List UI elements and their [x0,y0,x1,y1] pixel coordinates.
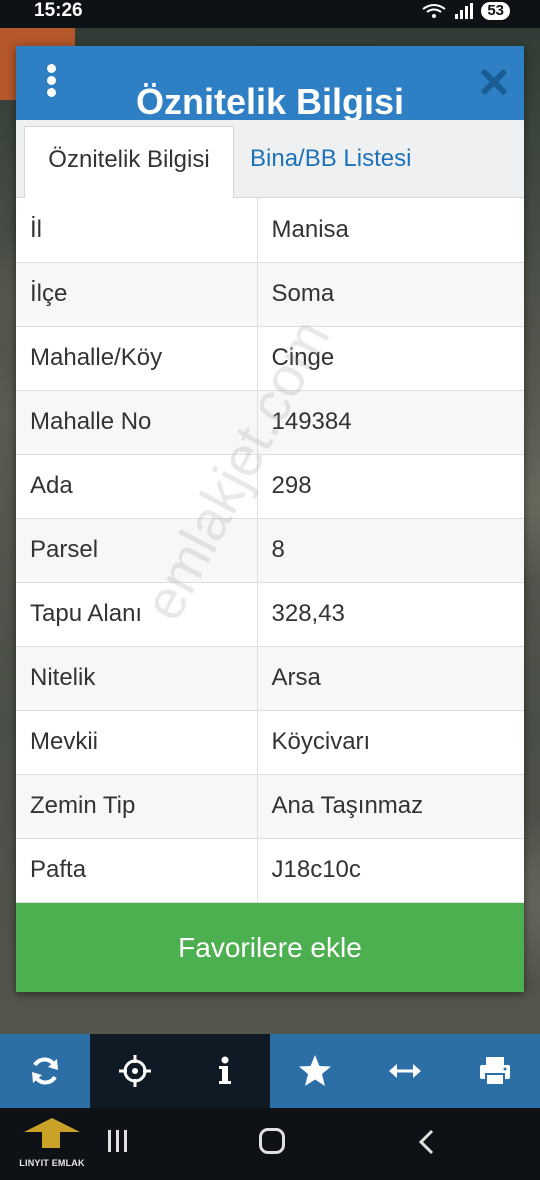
table-row: Pafta J18c10c [16,838,524,903]
attribute-value: 298 [257,454,524,519]
locate-icon [119,1055,151,1087]
attribute-value: J18c10c [257,838,524,903]
attribute-key: İl [16,198,258,263]
tab-building-list[interactable]: Bina/BB Listesi [238,126,518,198]
tab-bar: Öznitelik Bilgisi Bina/BB Listesi [16,120,524,198]
measure-button[interactable] [360,1034,450,1108]
star-icon [299,1055,331,1086]
attribute-value: Manisa [257,198,524,263]
table-row: Mahalle No 149384 [16,390,524,455]
table-row: İl Manisa [16,198,524,263]
bottom-toolbar [0,1034,540,1108]
house-window-icon [42,1130,60,1148]
attribute-value: Köycivarı [257,710,524,775]
locate-button[interactable] [90,1034,180,1108]
table-row: Tapu Alanı 328,43 [16,582,524,647]
attribute-key: Nitelik [16,646,258,711]
table-row: Zemin Tip Ana Taşınmaz [16,774,524,839]
attribute-value: Soma [257,262,524,327]
info-button[interactable] [180,1034,270,1108]
table-row: Mevkii Köycivarı [16,710,524,775]
signal-icon [455,3,474,19]
dialog-title: Öznitelik Bilgisi [135,81,405,122]
attribute-key: Parsel [16,518,258,583]
back-icon[interactable] [414,1128,440,1156]
attribute-value: 149384 [257,390,524,455]
attribute-key: Zemin Tip [16,774,258,839]
table-row: Parsel 8 [16,518,524,583]
info-icon [219,1056,231,1084]
status-time: 15:26 [34,0,83,21]
battery-badge: 53 [481,2,510,20]
tab-attribute-info[interactable]: Öznitelik Bilgisi [24,126,234,198]
refresh-icon [32,1057,58,1085]
table-row: İlçe Soma [16,262,524,327]
print-button[interactable] [450,1034,540,1108]
measure-icon [389,1064,421,1078]
attribute-value: 328,43 [257,582,524,647]
print-icon [480,1057,510,1086]
table-row: Nitelik Arsa [16,646,524,711]
home-icon[interactable] [259,1128,285,1154]
attribute-key: İlçe [16,262,258,327]
attribute-value: Ana Taşınmaz [257,774,524,839]
attribute-key: Ada [16,454,258,519]
add-to-favorites-button[interactable]: Favorilere ekle [16,903,524,992]
attribute-key: Mevkii [16,710,258,775]
attribute-table: İl Manisa İlçe Soma Mahalle/Köy Cinge Mahal… [16,198,524,903]
wifi-icon [422,4,446,18]
attribute-key: Mahalle/Köy [16,326,258,391]
attribute-key: Tapu Alanı [16,582,258,647]
attribute-value: 8 [257,518,524,583]
attribute-value: Arsa [257,646,524,711]
status-icons: 53 [421,0,510,22]
logo-text: LINYIT EMLAK [19,1158,85,1168]
company-logo: LINYIT EMLAK [16,1114,88,1174]
system-nav-bar: LINYIT EMLAK [0,1108,540,1180]
dialog-header: Öznitelik Bilgisi [16,46,524,122]
attribute-key: Mahalle No [16,390,258,455]
table-row: Mahalle/Köy Cinge [16,326,524,391]
table-row: Ada 298 [16,454,524,519]
recents-icon[interactable] [108,1130,134,1156]
favorites-button[interactable] [270,1034,360,1108]
status-bar: 15:26 53 [0,0,540,28]
refresh-button[interactable] [0,1034,90,1108]
close-icon[interactable] [478,66,510,98]
attribute-key: Pafta [16,838,258,903]
attribute-dialog: Öznitelik Bilgisi Öznitelik Bilgisi Bina… [16,46,524,992]
attribute-value: Cinge [257,326,524,391]
